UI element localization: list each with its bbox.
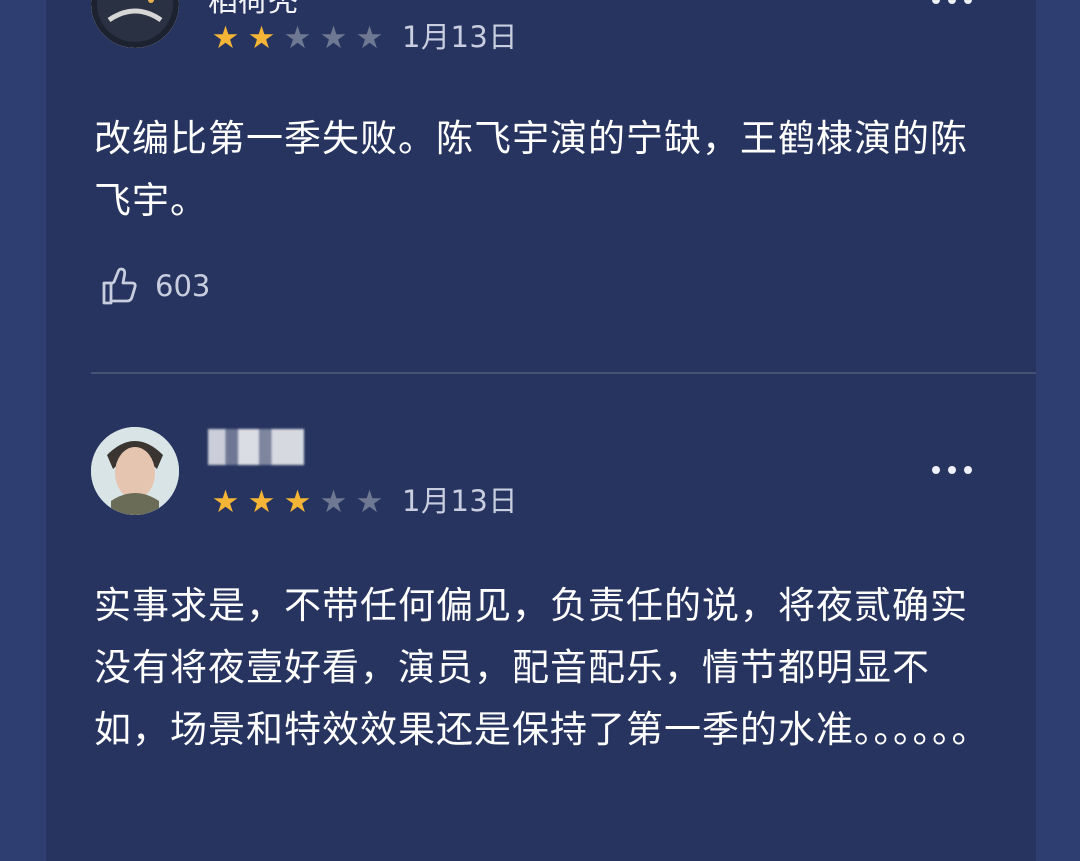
review-date: 1月13日	[402, 484, 518, 518]
more-options-icon[interactable]	[932, 464, 980, 476]
blurred-username	[208, 429, 304, 465]
star-filled-icon: ★	[211, 20, 240, 56]
avatar-image	[91, 0, 179, 48]
star-empty-icon: ★	[283, 20, 312, 56]
star-empty-icon: ★	[319, 484, 348, 520]
rating-stars: ★ ★ ★ ★ ★	[206, 487, 386, 518]
review-card-1: 稻荷秃 ★ ★ ★ ★ ★ 1月13日 改编比第一季失败。陈飞宇演的宁缺，王鹤棣演的陈飞…	[46, 0, 1036, 374]
avatar-image	[91, 427, 179, 515]
rating-stars: ★ ★ ★ ★ ★	[206, 23, 386, 54]
star-empty-icon: ★	[319, 20, 348, 56]
more-options-icon[interactable]	[932, 0, 980, 6]
reviewer-avatar[interactable]	[91, 0, 179, 48]
reviews-panel: 稻荷秃 ★ ★ ★ ★ ★ 1月13日 改编比第一季失败。陈飞宇演的宁缺，王鹤棣演的陈飞…	[46, 0, 1036, 861]
star-empty-icon: ★	[355, 484, 384, 520]
star-empty-icon: ★	[355, 20, 384, 56]
review-card-2: ★ ★ ★ ★ ★ 1月13日 实事求是，不带任何偏见，负责任的说，将夜贰确实没有将夜壹…	[46, 424, 1036, 861]
review-text: 实事求是，不带任何偏见，负责任的说，将夜贰确实没有将夜壹好看，演员，配音配乐，情…	[94, 584, 990, 751]
star-filled-icon: ★	[211, 484, 240, 520]
reviewer-avatar[interactable]	[91, 427, 179, 515]
star-filled-icon: ★	[247, 484, 276, 520]
review-date: 1月13日	[402, 20, 518, 54]
thumbs-up-icon	[102, 267, 137, 305]
star-filled-icon: ★	[283, 484, 312, 520]
review-divider	[91, 372, 1036, 374]
star-filled-icon: ★	[247, 20, 276, 56]
review-text: 改编比第一季失败。陈飞宇演的宁缺，王鹤棣演的陈飞宇。	[94, 117, 968, 222]
like-count: 603	[155, 269, 211, 303]
reviewer-name[interactable]: 稻荷秃	[208, 0, 298, 22]
